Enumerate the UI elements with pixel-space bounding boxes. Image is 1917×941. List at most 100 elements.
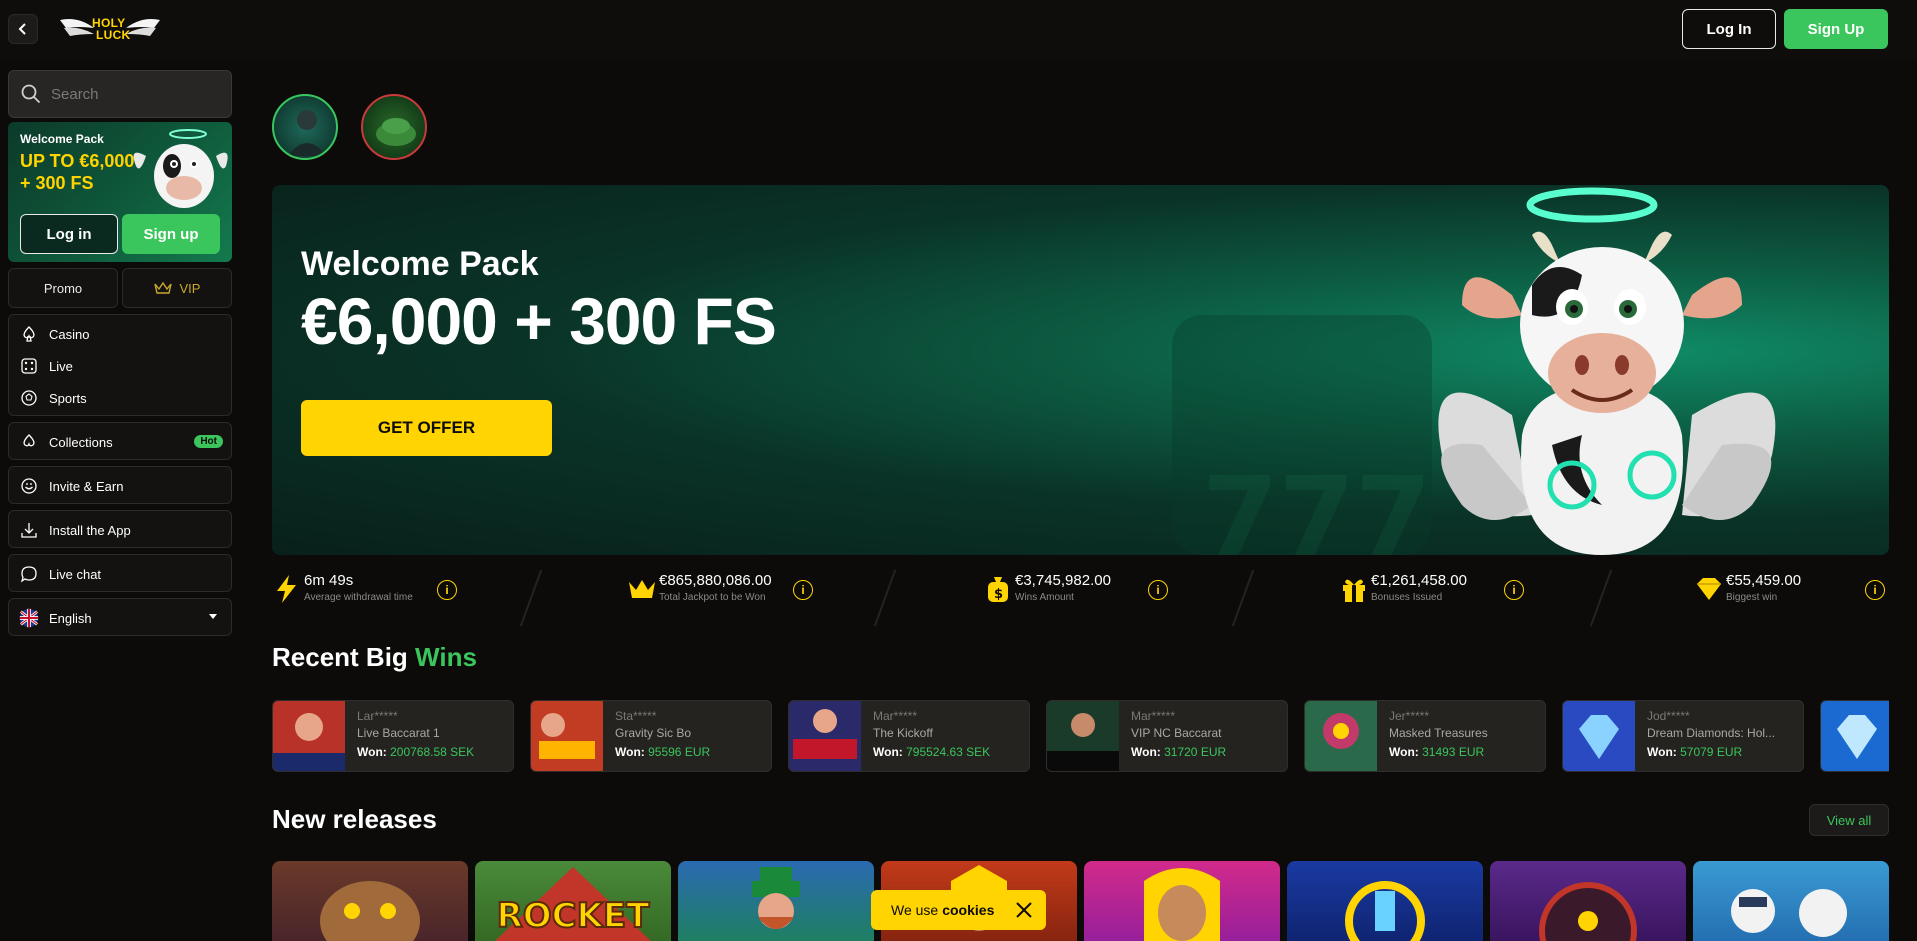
story-avatar-1[interactable] [272,94,338,160]
game-card[interactable] [1693,861,1889,941]
won-label: Won: [1389,745,1419,759]
info-icon[interactable]: i [1148,580,1168,600]
language-select[interactable]: English [8,598,232,636]
stat-value: €3,745,982.00 [1015,572,1111,589]
chat-menu[interactable]: Live chat [8,554,232,592]
stat-value: 6m 49s [304,572,354,589]
sidebar-item-label: Live chat [49,566,102,582]
win-amount: Won: 95596 EUR [615,745,710,759]
win-amount-value: 31493 EUR [1422,745,1485,759]
win-amount: Won: 31493 EUR [1389,745,1484,759]
install-menu[interactable]: Install the App [8,510,232,548]
promo-card-amount: UP TO €6,000 + 300 FS [20,150,134,194]
sidebar-item-sports[interactable]: Sports [9,382,231,414]
sidebar-item-install[interactable]: Install the App [9,514,231,546]
diamond-icon [1697,578,1721,600]
holy-luck-logo[interactable]: HOLY LUCK [58,14,162,44]
logo-text-luck: LUCK [96,28,131,42]
new-releases-list: ROCKET [272,861,1889,941]
sidebar-item-live[interactable]: Live [9,350,231,382]
won-label: Won: [615,745,645,759]
welcome-pack-card[interactable]: Welcome Pack UP TO €6,000 + 300 FS Log i… [8,122,232,262]
close-icon[interactable] [1014,900,1034,920]
sidebar-item-invite[interactable]: Invite & Earn [9,470,231,502]
dice-icon [19,356,39,376]
rocket-logo-text: ROCKET [497,896,651,936]
view-all-button[interactable]: View all [1809,804,1889,836]
tab-vip[interactable]: VIP [122,268,232,308]
game-card[interactable] [1287,861,1483,941]
money-bag-icon: $ [988,577,1008,602]
win-user: Jer***** [1389,709,1430,723]
win-card[interactable]: Mar***** The Kickoff Won: 795524.63 SEK [788,700,1030,772]
sidebar-signup-button[interactable]: Sign up [122,214,220,254]
invite-menu[interactable]: Invite & Earn [8,466,232,504]
promo-card-title: Welcome Pack [20,132,104,146]
cookie-banner: We use cookies [871,890,1046,930]
sidebar-tabs: Promo VIP [8,268,232,308]
cookie-text: We use [891,902,939,918]
sidebar-item-live-chat[interactable]: Live chat [9,558,231,590]
game-card[interactable] [272,861,468,941]
sidebar-item-label: Collections [49,434,113,450]
hero-banner[interactable]: 777 Welcome Pack €6,000 + 300 FS GET OFF… [272,185,1889,555]
person-icon [288,110,326,156]
game-card[interactable] [1084,861,1280,941]
cookie-bold-text[interactable]: cookies [942,902,994,918]
smile-icon [19,476,39,496]
hero-title: Welcome Pack [301,245,539,283]
stat-label: Biggest win [1726,592,1778,603]
info-icon[interactable]: i [1504,580,1524,600]
uk-flag-icon [19,608,39,628]
win-user: Lar***** [357,709,398,723]
sidebar-item-label: Install the App [49,522,131,538]
crown-icon [629,580,655,598]
sidebar-item-label: Sports [49,390,87,406]
crown-icon [153,281,172,294]
svg-text:$: $ [994,587,1003,602]
search-input[interactable] [51,85,211,103]
info-icon[interactable]: i [793,580,813,600]
sidebar-login-button[interactable]: Log in [20,214,118,254]
collections-menu[interactable]: Collections Hot [8,422,232,460]
win-card[interactable]: Lar***** Live Baccarat 1 Won: 200768.58 … [272,700,514,772]
search-box[interactable] [8,70,232,118]
tab-promo[interactable]: Promo [8,268,118,308]
collapse-sidebar-button[interactable] [8,14,38,44]
stat-label: Total Jackpot to be Won [659,592,766,603]
chat-bubble-icon [19,564,39,584]
get-offer-button[interactable]: GET OFFER [301,400,552,456]
recent-big-wins-title: Recent Big Wins [272,642,477,673]
signup-button[interactable]: Sign Up [1784,9,1888,49]
won-label: Won: [357,745,387,759]
game-card[interactable] [1490,861,1686,941]
stat-value: €55,459.00 [1726,572,1802,589]
stats-bar: 6m 49s Average withdrawal time i €865,88… [272,560,1889,627]
win-game: The Kickoff [873,726,933,740]
info-icon[interactable]: i [1865,580,1885,600]
stat-wins-amount: $ €3,745,982.00 Wins Amount i [983,570,1283,610]
game-thumbnail-image: ROCKET [495,867,651,941]
game-thumbnail-image [1047,701,1119,771]
language-selector[interactable]: English [9,602,231,634]
win-game: Dream Diamonds: Hol... [1647,726,1776,740]
login-button[interactable]: Log In [1682,9,1776,49]
win-card[interactable]: Jer***** Masked Treasures Won: 31493 EUR [1304,700,1546,772]
sidebar-item-casino[interactable]: Casino [9,318,231,350]
game-thumbnail-image [1345,881,1425,941]
game-thumbnail-image [752,867,800,929]
tab-vip-label: VIP [179,280,201,296]
game-thumbnail-image [1731,889,1847,937]
info-icon[interactable]: i [437,580,457,600]
win-amount-value: 795524.63 SEK [906,745,991,759]
gift-icon [1343,579,1365,602]
win-card[interactable] [1820,700,1889,772]
win-card[interactable]: Jod***** Dream Diamonds: Hol... Won: 570… [1562,700,1804,772]
story-avatar-2[interactable] [361,94,427,160]
won-label: Won: [873,745,903,759]
game-card[interactable] [678,861,874,941]
win-card[interactable]: Sta***** Gravity Sic Bo Won: 95596 EUR [530,700,772,772]
game-card[interactable]: ROCKET [475,861,671,941]
win-amount-value: 95596 EUR [648,745,711,759]
win-card[interactable]: Mar***** VIP NC Baccarat Won: 31720 EUR [1046,700,1288,772]
